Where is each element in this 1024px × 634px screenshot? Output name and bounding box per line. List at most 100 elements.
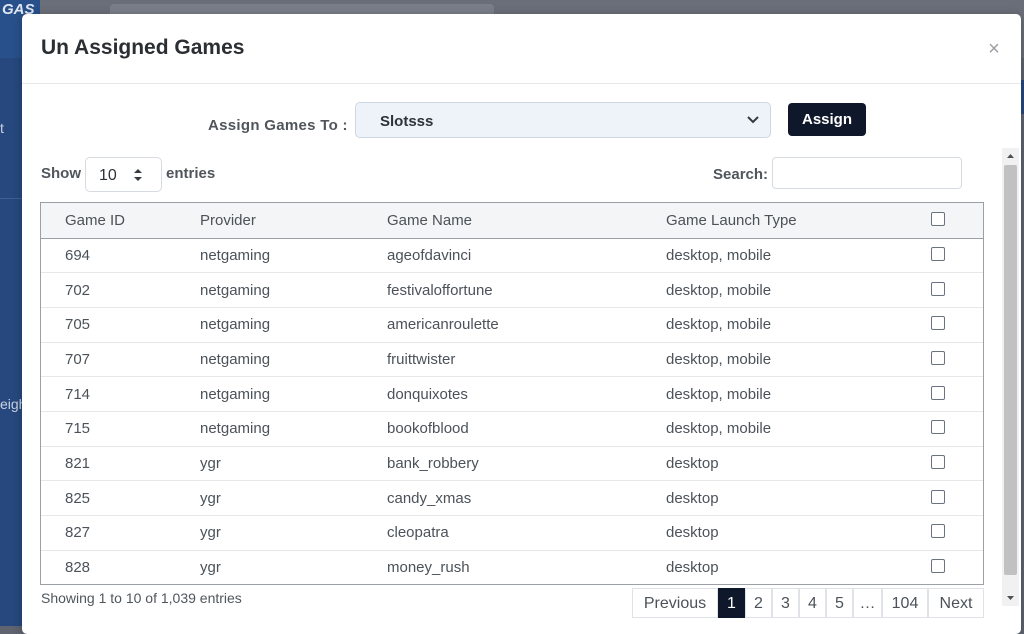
- cell-launch-type: desktop, mobile: [666, 246, 772, 264]
- pagination-page-2[interactable]: 2: [745, 588, 772, 618]
- scroll-up-arrow-icon[interactable]: [1002, 148, 1019, 165]
- cell-game-name: bank_robbery: [387, 454, 479, 472]
- row-checkbox[interactable]: [931, 524, 945, 539]
- table-row: 828 ygr money_rush desktop: [41, 550, 983, 584]
- modal-header: Un Assigned Games ×: [22, 14, 1021, 84]
- modal-scrollbar[interactable]: [1002, 148, 1019, 606]
- cell-game-name: fruittwister: [387, 350, 456, 368]
- cell-game-id: 707: [65, 350, 91, 368]
- cell-launch-type: desktop: [666, 524, 719, 542]
- chevron-down-icon: [747, 116, 759, 124]
- table-row: 705 netgaming americanroulette desktop, mob…: [41, 307, 983, 343]
- table-row: 702 netgaming festivaloffortune desktop, mo…: [41, 273, 983, 308]
- table-row: 715 netgaming bookofblood desktop, mobile: [41, 411, 983, 447]
- cell-game-name: ageofdavinci: [387, 246, 472, 264]
- cell-select: [913, 411, 983, 446]
- table-info: Showing 1 to 10 of 1,039 entries: [41, 590, 242, 606]
- cell-game-name: festivaloffortune: [387, 281, 493, 299]
- pagination-page-4[interactable]: 4: [799, 588, 826, 618]
- close-icon: ×: [988, 38, 1000, 60]
- entries-per-page-select[interactable]: 10: [85, 157, 162, 192]
- table-row: 821 ygr bank_robbery desktop: [41, 446, 983, 481]
- close-button[interactable]: ×: [984, 38, 1004, 60]
- cell-launch-type: desktop, mobile: [666, 281, 772, 299]
- column-header-game-id[interactable]: Game ID: [41, 203, 183, 238]
- sort-icon: [134, 169, 142, 181]
- assign-button[interactable]: Assign: [788, 103, 866, 136]
- cell-select: [913, 377, 983, 412]
- table-body: 694 netgaming ageofdavinci desktop, mobile 7…: [41, 238, 983, 584]
- cell-game-id: 828: [65, 559, 91, 577]
- games-table: Game ID Provider Game Name Game Launch T…: [41, 203, 983, 584]
- table-row: 714 netgaming donquixotes desktop, mobile: [41, 377, 983, 412]
- table-row: 827 ygr cleopatra desktop: [41, 516, 983, 551]
- cell-game-id: 705: [65, 316, 91, 334]
- row-checkbox[interactable]: [931, 350, 945, 365]
- cell-game-id: 715: [65, 420, 91, 438]
- cell-launch-type: desktop, mobile: [666, 420, 772, 438]
- cell-launch-type: desktop, mobile: [666, 350, 772, 368]
- column-header-launch-type[interactable]: Game Launch Type: [649, 203, 913, 238]
- pagination-previous[interactable]: Previous: [632, 588, 718, 618]
- column-header-game-name[interactable]: Game Name: [370, 203, 649, 238]
- row-checkbox[interactable]: [931, 420, 945, 435]
- cell-launch-type: desktop, mobile: [666, 316, 772, 334]
- cell-game-name: candy_xmas: [387, 489, 472, 507]
- row-checkbox[interactable]: [931, 281, 945, 296]
- entries-select-value: 10: [99, 167, 117, 184]
- table-header-row: Game ID Provider Game Name Game Launch T…: [41, 203, 983, 238]
- search-label: Search:: [713, 166, 769, 183]
- row-checkbox[interactable]: [931, 385, 945, 400]
- row-checkbox[interactable]: [931, 316, 945, 331]
- cell-provider: netgaming: [200, 246, 271, 264]
- row-checkbox[interactable]: [931, 455, 945, 469]
- background-sidebar: t eigh: [0, 58, 26, 626]
- entries-label: entries: [166, 165, 216, 182]
- cell-select: [913, 342, 983, 377]
- show-label: Show: [41, 165, 81, 182]
- row-checkbox[interactable]: [931, 246, 945, 261]
- cell-provider: ygr: [200, 454, 221, 472]
- assign-select-value: Slotsss: [380, 113, 434, 130]
- modal-title: Un Assigned Games: [41, 36, 245, 59]
- select-all-checkbox[interactable]: [931, 211, 945, 226]
- pagination-page-5[interactable]: 5: [826, 588, 853, 618]
- row-checkbox[interactable]: [931, 559, 945, 574]
- column-header-select: [913, 203, 983, 238]
- cell-provider: netgaming: [200, 316, 271, 334]
- cell-provider: netgaming: [200, 281, 271, 299]
- cell-game-id: 827: [65, 524, 91, 542]
- row-checkbox[interactable]: [931, 489, 945, 504]
- column-header-provider[interactable]: Provider: [183, 203, 370, 238]
- unassigned-games-modal: Un Assigned Games × Assign Games To : Sl…: [22, 14, 1021, 634]
- cell-select: [913, 481, 983, 516]
- search-input[interactable]: [772, 157, 962, 189]
- cell-game-id: 714: [65, 385, 91, 403]
- cell-game-id: 821: [65, 454, 91, 472]
- scroll-down-arrow-icon[interactable]: [1002, 589, 1019, 606]
- cell-select: [913, 550, 983, 584]
- cell-provider: netgaming: [200, 420, 271, 438]
- cell-game-name: bookofblood: [387, 420, 469, 438]
- cell-game-name: cleopatra: [387, 524, 449, 542]
- table-row: 694 netgaming ageofdavinci desktop, mobile: [41, 238, 983, 273]
- assign-games-label: Assign Games To :: [208, 117, 348, 134]
- scrollbar-thumb[interactable]: [1004, 165, 1017, 575]
- table-row: 825 ygr candy_xmas desktop: [41, 481, 983, 516]
- pagination-next[interactable]: Next: [928, 588, 984, 618]
- cell-select: [913, 516, 983, 551]
- pagination-ellipsis: …: [853, 588, 882, 618]
- background-sidebar-fragment: t: [0, 120, 4, 136]
- cell-game-name: donquixotes: [387, 385, 468, 403]
- cell-game-id: 825: [65, 489, 91, 507]
- cell-provider: netgaming: [200, 385, 271, 403]
- assign-category-select[interactable]: Slotsss: [355, 102, 771, 138]
- cell-game-id: 694: [65, 246, 91, 264]
- cell-launch-type: desktop, mobile: [666, 385, 772, 403]
- pagination-page-last[interactable]: 104: [882, 588, 928, 618]
- pagination-page-1[interactable]: 1: [718, 588, 745, 618]
- pagination-page-3[interactable]: 3: [772, 588, 799, 618]
- cell-provider: ygr: [200, 559, 221, 577]
- cell-provider: ygr: [200, 489, 221, 507]
- cell-provider: netgaming: [200, 350, 271, 368]
